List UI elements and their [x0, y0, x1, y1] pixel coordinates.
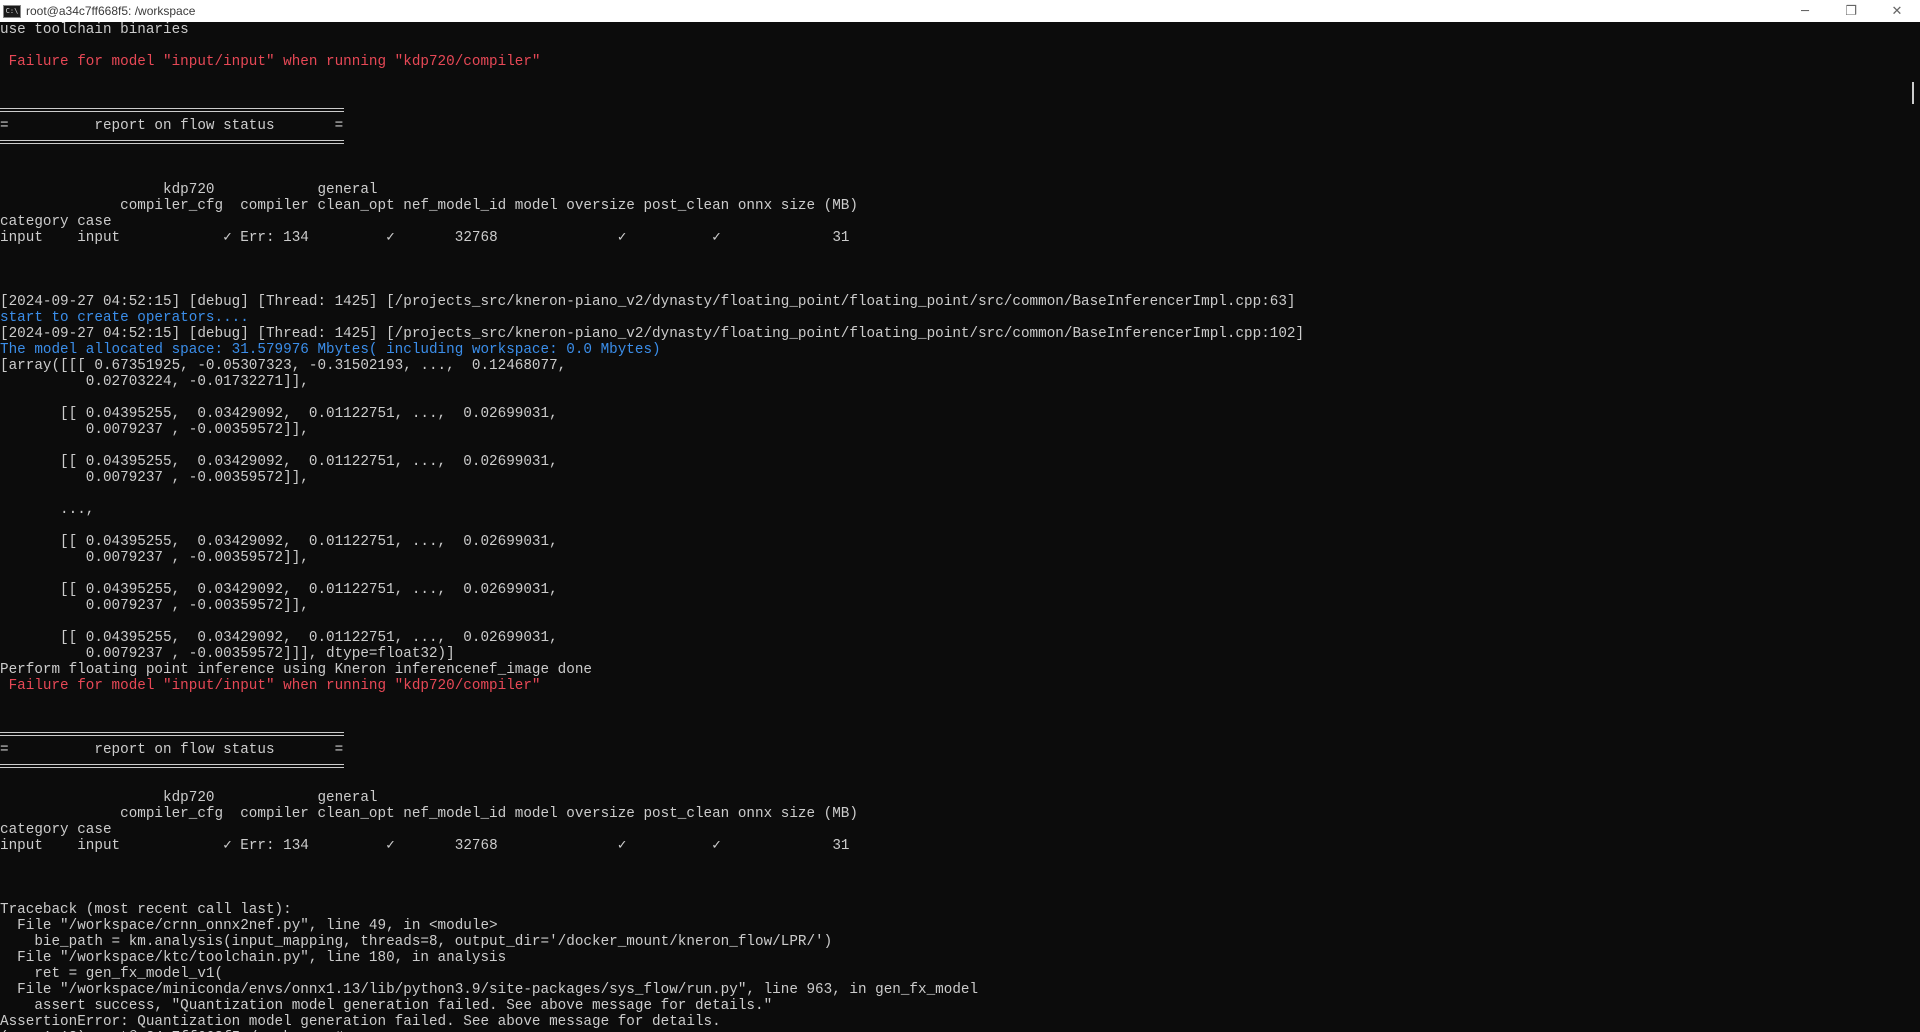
- terminal-line: assert success, "Quantization model gene…: [0, 998, 773, 1014]
- terminal-line: [[ 0.04395255, 0.03429092, 0.01122751, .…: [0, 454, 558, 470]
- terminal-line: [2024-09-27 04:52:15] [debug] [Thread: 1…: [0, 326, 1305, 342]
- terminal-line: Failure for model "input/input" when run…: [0, 54, 541, 70]
- terminal-line: 0.0079237 , -0.00359572]],: [0, 598, 309, 614]
- terminal-line: [[ 0.04395255, 0.03429092, 0.01122751, .…: [0, 582, 558, 598]
- terminal-icon: C:\: [3, 4, 21, 18]
- terminal-output[interactable]: use toolchain binaries Failure for model…: [0, 22, 1900, 1032]
- terminal-line: = report on flow status =: [0, 742, 344, 758]
- terminal-line: AssertionError: Quantization model gener…: [0, 1014, 721, 1030]
- terminal-line: input input ✓ Err: 134 ✓ 32768 ✓ ✓ 31: [0, 230, 850, 246]
- scrollbar-thumb[interactable]: [1912, 82, 1914, 104]
- separator-rule: [0, 102, 1900, 118]
- separator-rule: [0, 726, 1900, 742]
- vertical-scrollbar[interactable]: [1900, 22, 1920, 1032]
- terminal-line: category case: [0, 214, 112, 230]
- terminal-line: category case: [0, 822, 112, 838]
- separator-rule: [0, 134, 1900, 150]
- terminal-line: 0.02703224, -0.01732271]],: [0, 374, 309, 390]
- terminal-line: [2024-09-27 04:52:15] [debug] [Thread: 1…: [0, 294, 1296, 310]
- terminal-line: [[ 0.04395255, 0.03429092, 0.01122751, .…: [0, 534, 558, 550]
- terminal-line: File "/workspace/miniconda/envs/onnx1.13…: [0, 982, 979, 998]
- terminal-line: bie_path = km.analysis(input_mapping, th…: [0, 934, 833, 950]
- terminal-line: use toolchain binaries: [0, 22, 189, 38]
- terminal-line: [[ 0.04395255, 0.03429092, 0.01122751, .…: [0, 630, 558, 646]
- terminal-line: 0.0079237 , -0.00359572]],: [0, 470, 309, 486]
- terminal-line: kdp720 general: [0, 182, 378, 198]
- window-controls: ─ ❐ ✕: [1782, 0, 1920, 22]
- terminal-line: = report on flow status =: [0, 118, 344, 134]
- terminal-line: kdp720 general: [0, 790, 378, 806]
- terminal-line: ret = gen_fx_model_v1(: [0, 966, 224, 982]
- terminal-line: 0.0079237 , -0.00359572]],: [0, 422, 309, 438]
- terminal-line: compiler_cfg compiler clean_opt nef_mode…: [0, 806, 858, 822]
- terminal-line: input input ✓ Err: 134 ✓ 32768 ✓ ✓ 31: [0, 838, 850, 854]
- separator-rule: [0, 758, 1900, 774]
- terminal-line: ...,: [0, 502, 95, 518]
- terminal-line: Failure for model "input/input" when run…: [0, 678, 541, 694]
- terminal-line: The model allocated space: 31.579976 Mby…: [0, 342, 661, 358]
- terminal-line: File "/workspace/ktc/toolchain.py", line…: [0, 950, 507, 966]
- maximize-button[interactable]: ❐: [1828, 0, 1874, 22]
- terminal-line: File "/workspace/crnn_onnx2nef.py", line…: [0, 918, 498, 934]
- terminal-line: [array([[[ 0.67351925, -0.05307323, -0.3…: [0, 358, 567, 374]
- terminal-line: 0.0079237 , -0.00359572]],: [0, 550, 309, 566]
- minimize-button[interactable]: ─: [1782, 0, 1828, 22]
- window-title: root@a34c7ff668f5: /workspace: [26, 4, 196, 18]
- terminal-line: Perform floating point inference using K…: [0, 662, 592, 678]
- terminal-line: compiler_cfg compiler clean_opt nef_mode…: [0, 198, 858, 214]
- terminal-line: Traceback (most recent call last):: [0, 902, 292, 918]
- terminal-line: [[ 0.04395255, 0.03429092, 0.01122751, .…: [0, 406, 558, 422]
- terminal-line: 0.0079237 , -0.00359572]]], dtype=float3…: [0, 646, 455, 662]
- close-button[interactable]: ✕: [1874, 0, 1920, 22]
- title-bar[interactable]: C:\ root@a34c7ff668f5: /workspace ─ ❐ ✕: [0, 0, 1920, 22]
- terminal-line: start to create operators....: [0, 310, 249, 326]
